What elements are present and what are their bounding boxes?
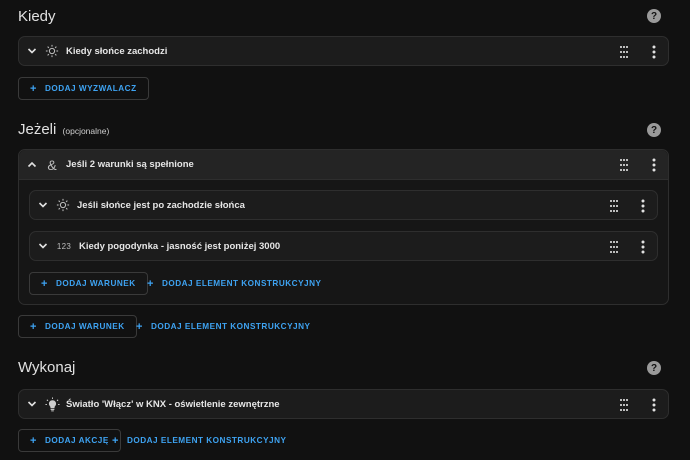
add-condition-button[interactable]: + DODAJ WARUNEK	[29, 272, 148, 295]
condition-row[interactable]: Jeśli słońce jest po zachodzie słońca	[29, 190, 658, 220]
more-vert-icon[interactable]	[638, 240, 648, 254]
add-building-block-button[interactable]: + DODAJ ELEMENT KONSTRUKCYJNY	[136, 315, 310, 338]
condition-row[interactable]: 123 Kiedy pogodynka - jasność jest poniż…	[29, 231, 658, 261]
condition-label: Kiedy pogodynka - jasność jest poniżej 3…	[79, 240, 281, 252]
add-building-block-label: DODAJ ELEMENT KONSTRUKCYJNY	[126, 436, 287, 445]
add-condition-label: DODAJ WARUNEK	[55, 279, 136, 288]
help-icon[interactable]: ?	[647, 123, 661, 137]
optional-label: (opcjonalne)	[62, 126, 110, 136]
action-label: Światło 'Włącz' w KNX - oświetlenie zewn…	[66, 398, 280, 410]
chevron-down-icon[interactable]	[27, 399, 37, 409]
add-condition-button[interactable]: + DODAJ WARUNEK	[18, 315, 137, 338]
chevron-up-icon[interactable]	[27, 160, 37, 170]
section-title-text: Jeżeli	[18, 121, 57, 138]
help-icon[interactable]: ?	[647, 361, 661, 375]
section-title-jezeli: Jeżeli (opcjonalne)	[18, 121, 109, 138]
section-title-kiedy: Kiedy	[18, 8, 56, 25]
chevron-down-icon[interactable]	[38, 241, 48, 251]
drag-handle-icon[interactable]	[609, 200, 619, 212]
section-title-text: Wykonaj	[18, 359, 76, 376]
plus-icon: +	[147, 277, 154, 290]
drag-handle-icon[interactable]	[619, 46, 629, 58]
section-title-text: Kiedy	[18, 8, 56, 25]
more-vert-icon[interactable]	[649, 45, 659, 59]
condition-group: & Jeśli 2 warunki są spełnione Jeśli sło…	[18, 149, 669, 305]
sun-icon	[44, 43, 60, 59]
add-trigger-button[interactable]: + DODAJ WYZWALACZ	[18, 77, 149, 100]
add-action-button[interactable]: + DODAJ AKCJĘ	[18, 429, 121, 452]
drag-handle-icon[interactable]	[609, 241, 619, 253]
help-icon[interactable]: ?	[647, 9, 661, 23]
action-row[interactable]: Światło 'Włącz' w KNX - oświetlenie zewn…	[18, 389, 669, 419]
trigger-label: Kiedy słońce zachodzi	[66, 45, 168, 57]
more-vert-icon[interactable]	[649, 398, 659, 412]
plus-icon: +	[112, 434, 119, 447]
add-trigger-label: DODAJ WYZWALACZ	[44, 84, 137, 93]
ampersand-icon: &	[47, 156, 57, 173]
condition-label: Jeśli słońce jest po zachodzie słońca	[77, 199, 245, 211]
sun-icon	[55, 197, 71, 213]
plus-icon: +	[136, 320, 143, 333]
plus-icon: +	[30, 82, 37, 95]
condition-group-label: Jeśli 2 warunki są spełnione	[66, 159, 194, 170]
add-building-block-label: DODAJ ELEMENT KONSTRUKCYJNY	[161, 279, 322, 288]
condition-group-header[interactable]: & Jeśli 2 warunki są spełnione	[19, 150, 668, 180]
more-vert-icon[interactable]	[638, 199, 648, 213]
plus-icon: +	[30, 320, 37, 333]
add-building-block-button[interactable]: + DODAJ ELEMENT KONSTRUKCYJNY	[112, 429, 286, 452]
add-action-label: DODAJ AKCJĘ	[44, 436, 109, 445]
numeric-icon: 123	[56, 241, 72, 251]
lightbulb-icon	[44, 396, 60, 412]
plus-icon: +	[30, 434, 37, 447]
drag-handle-icon[interactable]	[619, 159, 629, 171]
more-vert-icon[interactable]	[649, 158, 659, 172]
drag-handle-icon[interactable]	[619, 399, 629, 411]
chevron-down-icon[interactable]	[38, 200, 48, 210]
section-title-wykonaj: Wykonaj	[18, 359, 75, 376]
add-condition-label: DODAJ WARUNEK	[44, 322, 125, 331]
add-building-block-button[interactable]: + DODAJ ELEMENT KONSTRUKCYJNY	[147, 272, 321, 295]
chevron-down-icon[interactable]	[27, 46, 37, 56]
add-building-block-label: DODAJ ELEMENT KONSTRUKCYJNY	[150, 322, 311, 331]
trigger-row[interactable]: Kiedy słońce zachodzi	[18, 36, 669, 66]
plus-icon: +	[41, 277, 48, 290]
